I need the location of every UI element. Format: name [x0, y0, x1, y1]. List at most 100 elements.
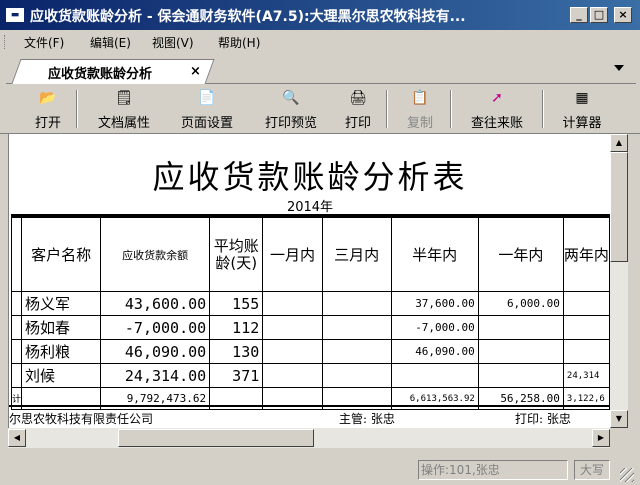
- cell-within-1-year[interactable]: [477, 315, 564, 340]
- row-edge: [10, 291, 23, 316]
- cell-within-2-years[interactable]: [562, 291, 610, 316]
- cell-within-1-month[interactable]: [262, 363, 323, 388]
- header-edge: [10, 217, 23, 292]
- cell-avg-days[interactable]: 371: [209, 363, 264, 388]
- page-setup-label: 页面设置: [180, 116, 233, 131]
- cell-within-2-years[interactable]: [562, 339, 610, 364]
- copy-button[interactable]: 📋 复制: [398, 88, 442, 132]
- cell-balance[interactable]: 46,090.00: [100, 339, 211, 364]
- horizontal-scroll-thumb[interactable]: [118, 429, 314, 447]
- account-lookup-icon: ➚: [491, 90, 503, 106]
- copy-label: 复制: [406, 116, 433, 131]
- print-button[interactable]: 🖨 打印: [336, 88, 380, 132]
- print-preview-button[interactable]: 🔍 打印预览: [256, 88, 326, 132]
- report-footer-rule: [9, 405, 610, 407]
- page-setup-icon: 📄: [198, 90, 216, 106]
- tab-aging-analysis-label: 应收货款账龄分析: [48, 67, 153, 82]
- cell-within-3-months[interactable]: [321, 291, 392, 316]
- minimize-button[interactable]: _: [570, 7, 588, 23]
- cell-within-half-year[interactable]: 37,600.00: [390, 291, 479, 316]
- scroll-right-icon[interactable]: ▶: [592, 429, 610, 447]
- header-within-3-months: 三月内: [321, 217, 392, 292]
- report-title: 应收货款账龄分析表: [152, 158, 468, 196]
- cell-within-1-year[interactable]: [477, 363, 564, 388]
- cell-customer-name[interactable]: 杨如春: [21, 315, 102, 340]
- scrollbar-corner: [610, 428, 628, 448]
- menu-edit[interactable]: 编辑(E): [90, 34, 131, 51]
- scroll-left-icon[interactable]: ◀: [8, 429, 26, 447]
- document-properties-button[interactable]: 🗒 文档属性: [90, 88, 158, 132]
- menu-help[interactable]: 帮助(H): [218, 34, 260, 51]
- horizontal-scrollbar[interactable]: ◀ ▶: [8, 428, 610, 448]
- cell-within-half-year[interactable]: [390, 363, 479, 388]
- maximize-button[interactable]: □: [590, 7, 608, 23]
- cell-balance[interactable]: 43,600.00: [100, 291, 211, 316]
- page-setup-button[interactable]: 📄 页面设置: [172, 88, 242, 132]
- cell-within-1-month[interactable]: [262, 291, 323, 316]
- header-customer-name: 客户名称: [21, 217, 102, 292]
- table-row[interactable]: 刘候 24,314.00 371 24,314: [10, 363, 610, 388]
- vertical-scroll-thumb[interactable]: [610, 152, 628, 262]
- scroll-down-icon[interactable]: ▼: [610, 410, 628, 428]
- menu-view[interactable]: 视图(V): [152, 34, 194, 51]
- cell-within-1-year[interactable]: [477, 339, 564, 364]
- cell-customer-name[interactable]: 杨利粮: [21, 339, 102, 364]
- tab-list-dropdown-icon[interactable]: [614, 65, 624, 71]
- cell-within-half-year[interactable]: 46,090.00: [390, 339, 479, 364]
- footer-company: 尔思农牧科技有限责任公司: [9, 412, 154, 426]
- row-edge: [10, 315, 23, 340]
- status-bar: 操作:101,张忠 大写: [0, 456, 640, 485]
- cell-within-2-years[interactable]: [562, 315, 610, 340]
- cell-within-3-months[interactable]: [321, 363, 392, 388]
- app-icon[interactable]: ▬: [6, 8, 24, 22]
- open-button[interactable]: 📂 打开: [26, 88, 70, 132]
- cell-avg-days[interactable]: 155: [209, 291, 264, 316]
- table-row[interactable]: 杨利粮 46,090.00 130 46,090.00: [10, 339, 610, 364]
- cell-within-3-months[interactable]: [321, 339, 392, 364]
- cell-customer-name[interactable]: 刘候: [21, 363, 102, 388]
- calculator-button[interactable]: ▦ 计算器: [554, 88, 610, 132]
- account-lookup-button[interactable]: ➚ 查往来账: [462, 88, 532, 132]
- document-properties-icon: 🗒: [115, 90, 133, 106]
- print-preview-icon: 🔍: [282, 90, 300, 106]
- print-label: 打印: [344, 116, 371, 131]
- table-header-row: 客户名称 应收货款余额 平均账龄(天) 一月内 三月内 半年内 一年内 两年内: [10, 217, 610, 292]
- tab-close-icon[interactable]: ×: [190, 64, 201, 79]
- header-within-half-year: 半年内: [390, 217, 479, 292]
- calculator-icon: ▦: [575, 90, 589, 106]
- header-within-1-year: 一年内: [477, 217, 564, 292]
- footer-director: 主管: 张忠: [339, 412, 395, 426]
- cell-avg-days[interactable]: 130: [209, 339, 264, 364]
- scroll-up-icon[interactable]: ▲: [610, 134, 628, 152]
- header-balance: 应收货款余额: [100, 217, 211, 292]
- cell-avg-days[interactable]: 112: [209, 315, 264, 340]
- resize-grip-icon[interactable]: [620, 468, 634, 482]
- calculator-label: 计算器: [562, 116, 602, 131]
- vertical-scrollbar[interactable]: ▲ ▼: [610, 134, 628, 428]
- menu-file[interactable]: 文件(F): [24, 34, 64, 51]
- cell-customer-name[interactable]: 杨义军: [21, 291, 102, 316]
- close-window-button[interactable]: ×: [614, 7, 632, 23]
- table-row[interactable]: 杨义军 43,600.00 155 37,600.00 6,000.00: [10, 291, 610, 316]
- footer-printer: 打印: 张忠: [515, 412, 571, 426]
- aging-table: 客户名称 应收货款余额 平均账龄(天) 一月内 三月内 半年内 一年内 两年内 …: [10, 217, 610, 410]
- cell-balance[interactable]: 24,314.00: [100, 363, 211, 388]
- table-row[interactable]: 杨如春 -7,000.00 112 -7,000.00: [10, 315, 610, 340]
- status-operator: 操作:101,张忠: [418, 460, 568, 480]
- report-viewport[interactable]: 应收货款账龄分析表 2014年 客户名称 应收货款余额 平均账龄(天) 一月内 …: [8, 134, 610, 428]
- menu-grip[interactable]: [4, 35, 7, 49]
- cell-within-1-year[interactable]: 6,000.00: [477, 291, 564, 316]
- cell-within-1-month[interactable]: [262, 315, 323, 340]
- window-title: 应收货款账龄分析 - 保会通财务软件(A7.5):大理黑尔思农牧科技有...: [30, 9, 466, 25]
- toolbar-separator: [542, 90, 544, 128]
- open-label: 打开: [34, 116, 61, 131]
- toolbar: 📂 打开 🗒 文档属性 📄 页面设置 🔍 打印预览 🖨 打印 📋 复制 ➚ 查往…: [0, 84, 640, 134]
- toolbar-separator: [76, 90, 78, 128]
- cell-within-2-years[interactable]: 24,314: [562, 363, 610, 388]
- cell-within-half-year[interactable]: -7,000.00: [390, 315, 479, 340]
- cell-balance[interactable]: -7,000.00: [100, 315, 211, 340]
- cell-within-3-months[interactable]: [321, 315, 392, 340]
- cell-within-1-month[interactable]: [262, 339, 323, 364]
- status-caps-indicator: 大写: [574, 460, 610, 480]
- row-edge: [10, 339, 23, 364]
